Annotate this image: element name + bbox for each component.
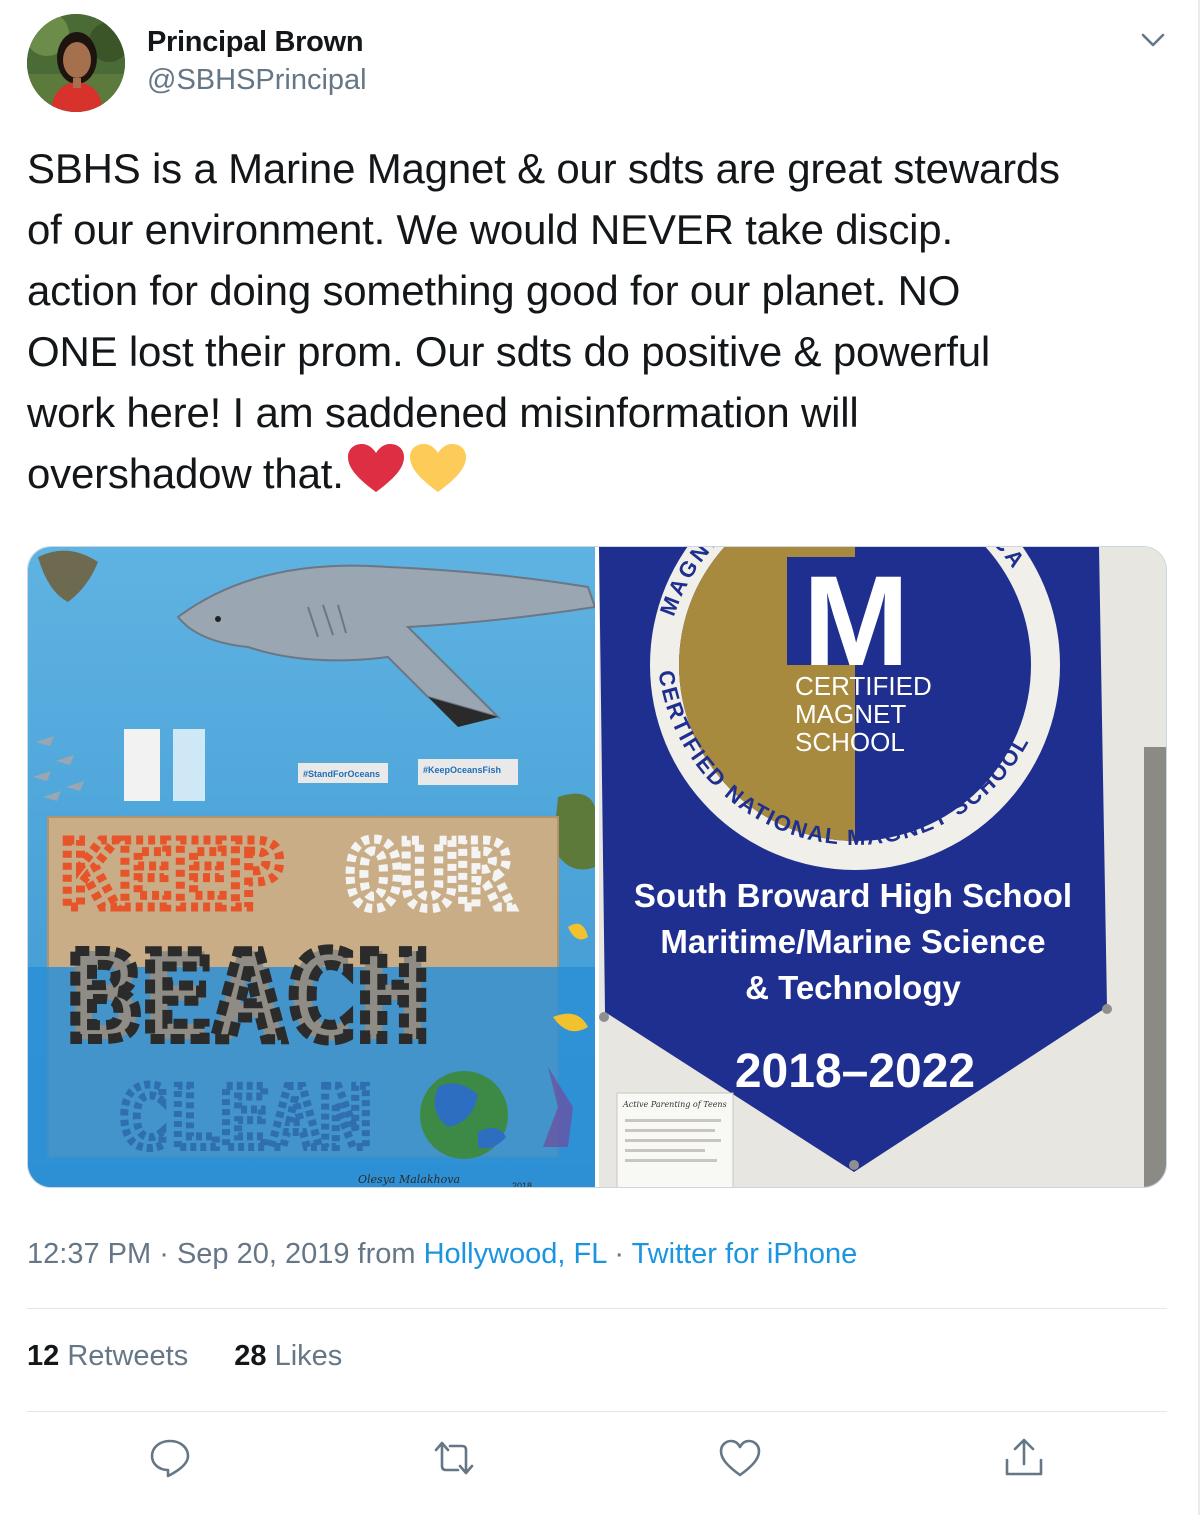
reply-icon[interactable] <box>148 1436 192 1480</box>
meta-separator: · <box>159 1238 169 1270</box>
likes-count: 28 <box>234 1340 267 1372</box>
media-grid: #StandForOceans #KeepOceansFish KEEP OUR… <box>27 546 1167 1188</box>
artwork-year: 2018 <box>512 1181 532 1188</box>
retweet-icon[interactable] <box>432 1436 476 1480</box>
banner-line-1: South Broward High School <box>634 877 1072 914</box>
tweet-line: work here! I am saddened misinformation … <box>27 389 859 436</box>
banner-line-2: Maritime/Marine Science <box>660 923 1045 960</box>
location-link[interactable]: Hollywood, FL <box>424 1238 607 1270</box>
tweet-line: of our environment. We would NEVER take … <box>27 206 953 253</box>
tweet-line: ONE lost their prom. Our sdts do positiv… <box>27 328 990 375</box>
red-heart-icon <box>346 443 406 510</box>
seal-line-1: CERTIFIED <box>795 671 932 701</box>
tweet-text: SBHS is a Marine Magnet & our sdts are g… <box>27 138 1177 510</box>
tweet-stats: 12 Retweets 28 Likes <box>27 1340 380 1373</box>
paper-title: Active Parenting of Teens <box>622 1100 727 1109</box>
chevron-down-icon[interactable] <box>1139 26 1167 54</box>
avatar[interactable] <box>27 14 125 112</box>
like-icon[interactable] <box>718 1436 762 1480</box>
retweets-label: Retweets <box>67 1340 189 1372</box>
tweet-detail: Principal Brown @SBHSPrincipal SBHS is a… <box>0 0 1200 1515</box>
photo-keep-our-beach-clean[interactable]: #StandForOceans #KeepOceansFish KEEP OUR… <box>28 547 597 1188</box>
word-clean: CLEAN <box>118 1069 371 1167</box>
seal-line-3: SCHOOL <box>795 727 905 757</box>
retweets-count: 12 <box>27 1340 60 1372</box>
tweet-line: overshadow that. <box>27 450 344 497</box>
word-our: OUR <box>346 822 513 929</box>
likes-stat[interactable]: 28 Likes <box>234 1340 342 1373</box>
word-keep: KEEP <box>62 822 284 929</box>
tweet-line: action for doing something good for our … <box>27 267 961 314</box>
photo-magnet-banner[interactable]: M CERTIFIED MAGNET SCHOOL MAGNET SCHOOLS… <box>599 547 1166 1187</box>
artist-signature: Olesya Malakhova <box>358 1173 460 1186</box>
seal-line-2: MAGNET <box>795 699 906 729</box>
meta-separator: · <box>614 1238 625 1270</box>
banner-line-3: & Technology <box>745 969 961 1006</box>
tweet-time[interactable]: 12:37 PM <box>27 1238 151 1270</box>
divider <box>27 1411 1167 1412</box>
source-link[interactable]: Twitter for iPhone <box>632 1238 858 1270</box>
divider <box>27 1308 1167 1309</box>
banner-years: 2018–2022 <box>735 1045 975 1098</box>
from-label: from <box>357 1238 416 1270</box>
likes-label: Likes <box>274 1340 343 1372</box>
retweets-stat[interactable]: 12 Retweets <box>27 1340 188 1373</box>
word-beach: BEACH <box>68 929 429 1068</box>
tweet-date[interactable]: Sep 20, 2019 <box>177 1238 350 1270</box>
tweet-header: Principal Brown @SBHSPrincipal <box>27 14 1167 114</box>
tweet-line-last: overshadow that. <box>27 443 1177 510</box>
share-icon[interactable] <box>1002 1436 1046 1480</box>
sign-text-1: #StandForOceans <box>303 769 380 779</box>
tweet-meta: 12:37 PM · Sep 20, 2019 from Hollywood, … <box>27 1238 857 1271</box>
yellow-heart-icon <box>408 443 468 510</box>
handle[interactable]: @SBHSPrincipal <box>147 64 367 97</box>
action-bar <box>0 1436 1200 1486</box>
sign-text-2: #KeepOceansFish <box>423 765 501 775</box>
tweet-line: SBHS is a Marine Magnet & our sdts are g… <box>27 145 1060 192</box>
display-name[interactable]: Principal Brown <box>147 26 364 59</box>
